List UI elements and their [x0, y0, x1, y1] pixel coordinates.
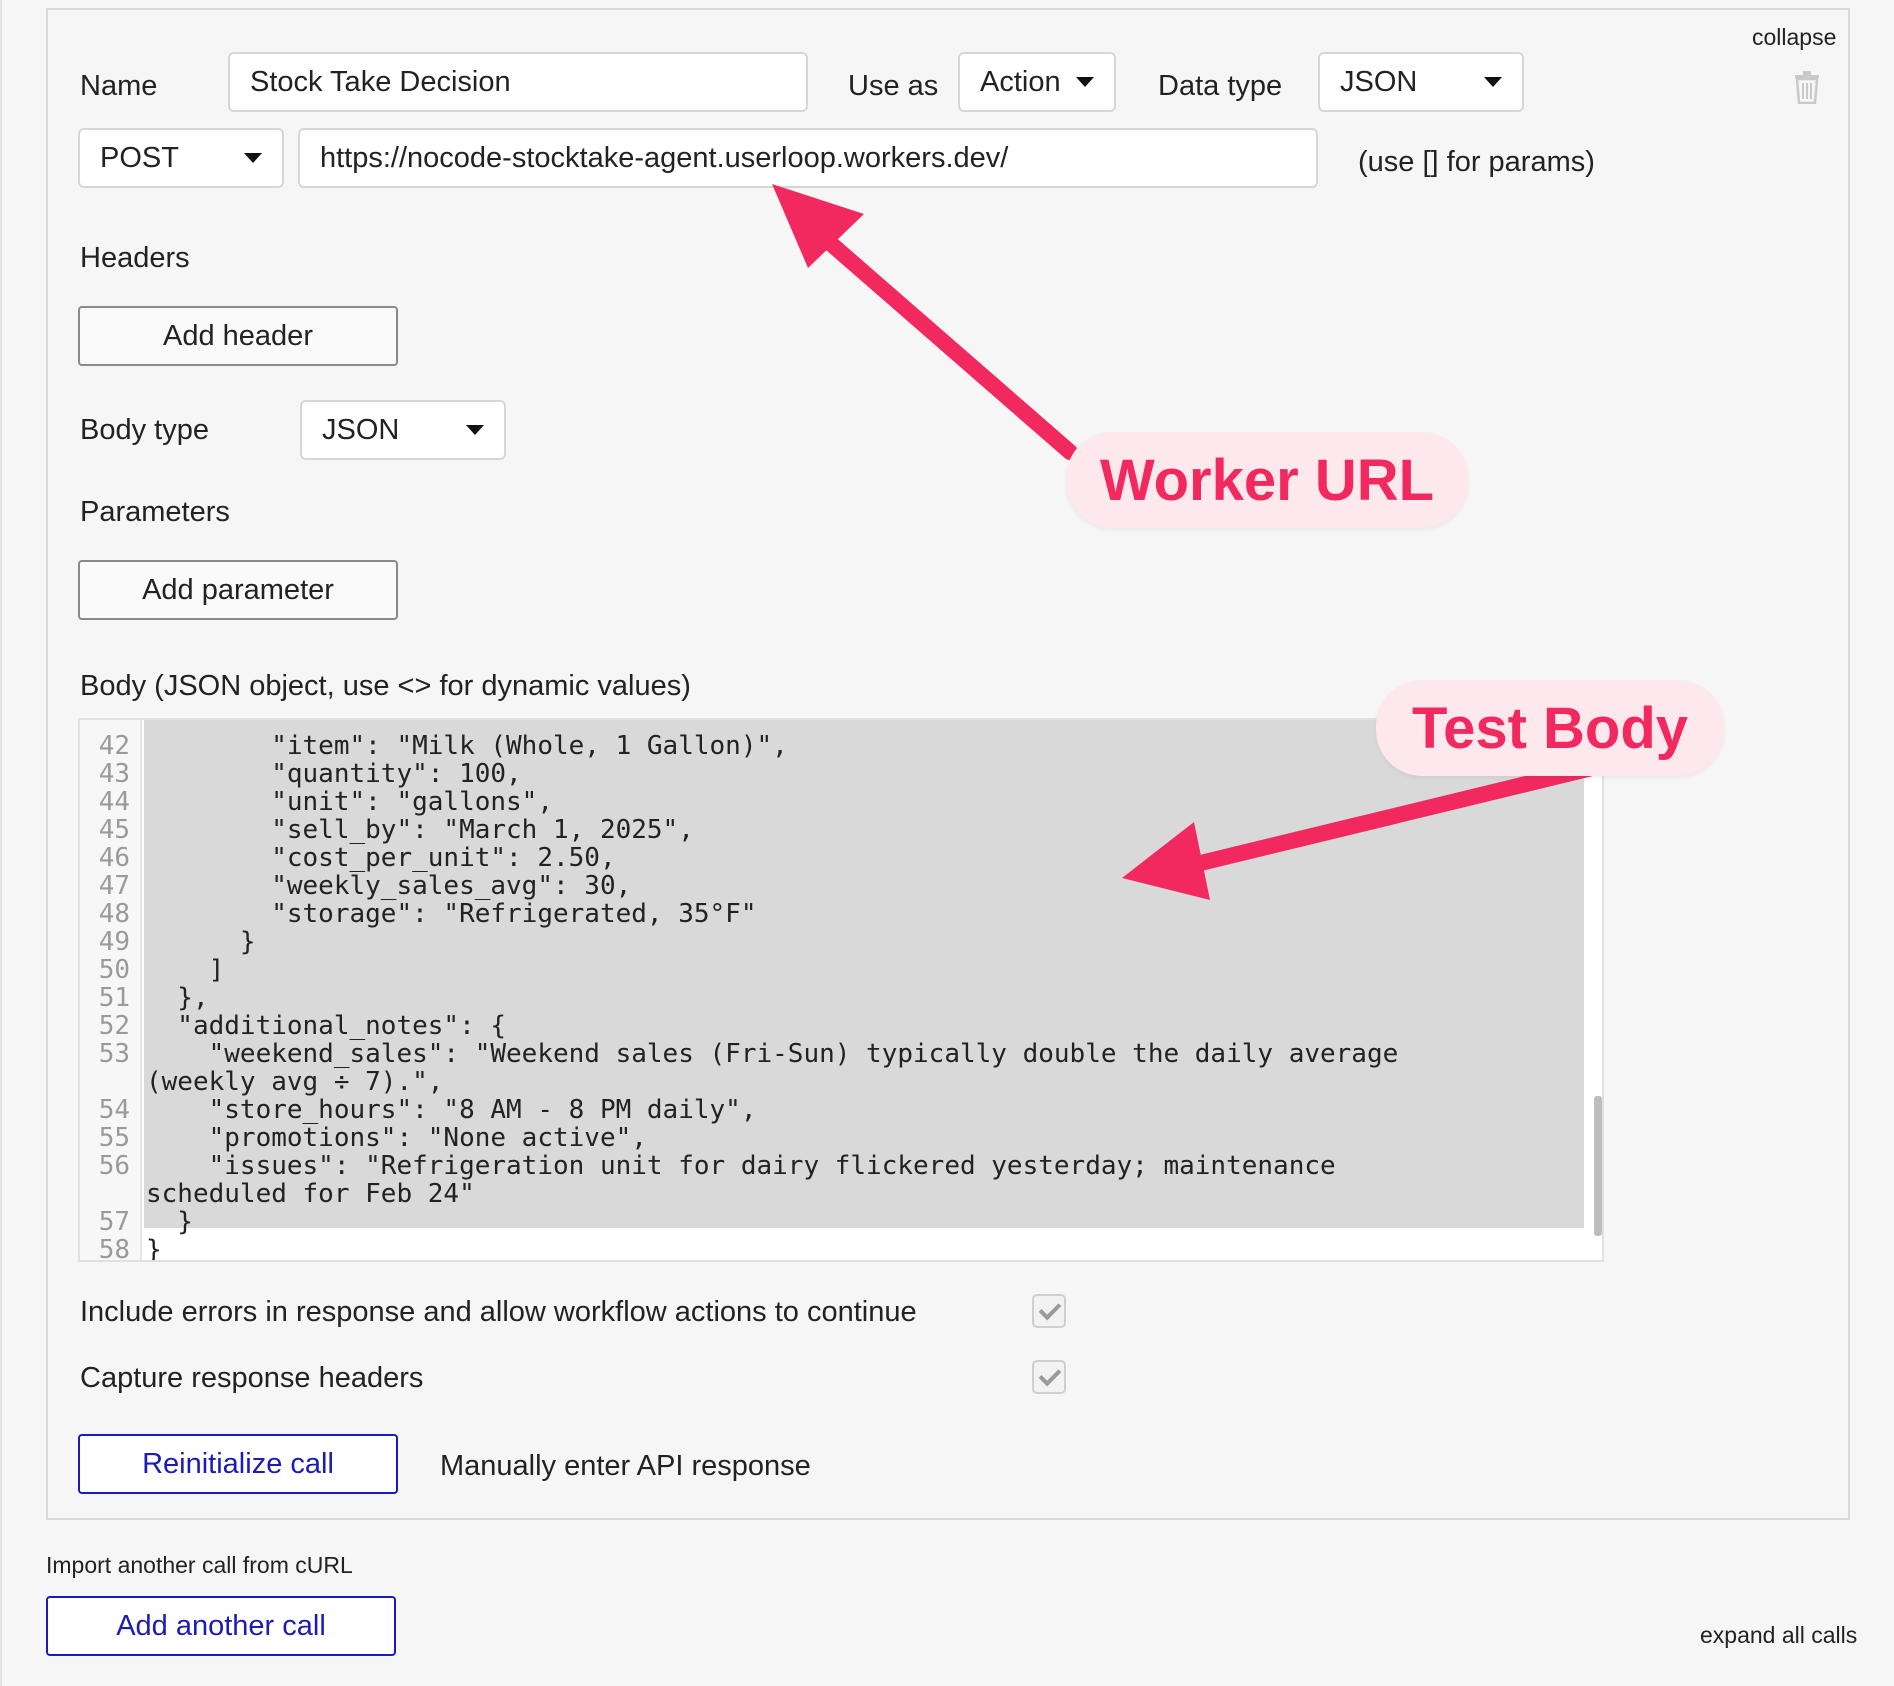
- worker-url-annotation: Worker URL: [1066, 432, 1468, 528]
- test-body-arrow-head: [1122, 822, 1210, 900]
- test-body-annotation: Test Body: [1376, 680, 1724, 776]
- test-body-arrow-shaft: [1172, 760, 1600, 876]
- annotation-arrows: [772, 184, 1600, 900]
- worker-url-arrow-shaft: [798, 214, 1078, 460]
